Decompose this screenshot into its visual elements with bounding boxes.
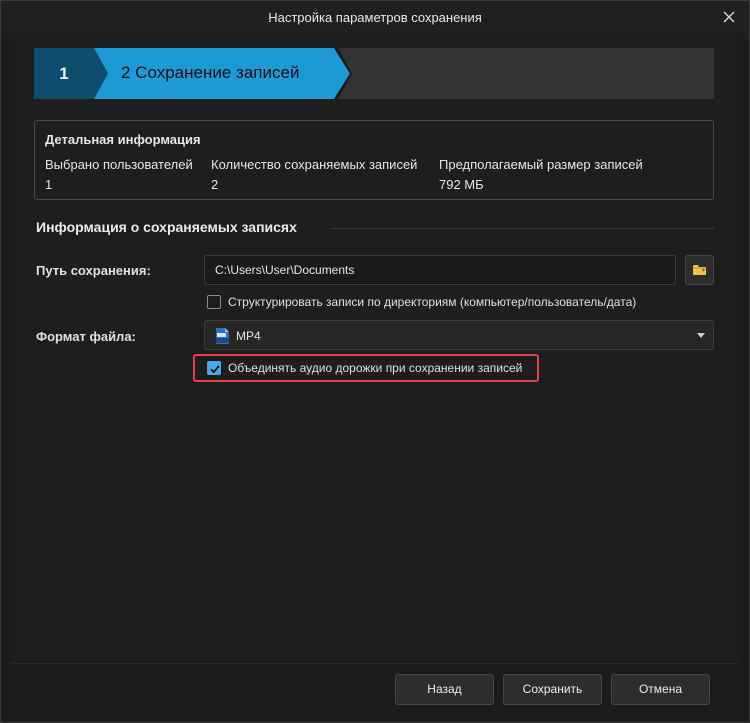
wizard-stepper: 1 2 Сохранение записей (34, 48, 714, 99)
details-label: Выбрано пользователей (45, 157, 193, 172)
format-selected-value: MP4 (236, 329, 261, 343)
mp4-file-icon (216, 328, 229, 344)
merge-audio-checkbox[interactable] (207, 361, 221, 375)
save-path-input[interactable] (204, 255, 676, 285)
window-title: Настройка параметров сохранения (268, 10, 482, 25)
save-button[interactable]: Сохранить (503, 674, 602, 705)
details-value: 2 (211, 177, 219, 192)
details-column-size: Предполагаемый размер записей 792 МБ (439, 155, 643, 195)
details-panel: Детальная информация Выбрано пользовател… (34, 120, 714, 200)
structure-checkbox-row[interactable]: Структурировать записи по директориям (к… (207, 295, 636, 309)
folder-icon (693, 265, 706, 275)
browse-folder-button[interactable] (685, 255, 714, 285)
footer-divider (11, 663, 739, 664)
format-label: Формат файла: (36, 329, 136, 344)
details-label: Количество сохраняемых записей (211, 157, 418, 172)
step-1-label: 1 (59, 64, 69, 83)
cancel-button[interactable]: Отмена (611, 674, 710, 705)
details-value: 1 (45, 177, 53, 192)
section-title: Информация о сохраняемых записях (36, 219, 297, 235)
title-bar: Настройка параметров сохранения (1, 1, 749, 33)
details-column-users: Выбрано пользователей 1 (45, 155, 193, 195)
close-icon (723, 11, 735, 23)
details-column-records: Количество сохраняемых записей 2 (211, 155, 417, 195)
merge-audio-checkbox-row[interactable]: Объединять аудио дорожки при сохранении … (207, 361, 522, 375)
back-button[interactable]: Назад (395, 674, 494, 705)
file-format-select[interactable]: MP4 (204, 320, 714, 350)
path-label: Путь сохранения: (36, 263, 151, 278)
close-button[interactable] (717, 5, 741, 29)
checkmark-icon (210, 365, 220, 374)
details-value: 792 МБ (439, 177, 484, 192)
merge-audio-checkbox-label: Объединять аудио дорожки при сохранении … (228, 361, 523, 375)
step-2-label: 2 Сохранение записей (121, 63, 300, 82)
save-settings-dialog: Настройка параметров сохранения 1 2 Сохр… (0, 0, 750, 723)
step-2-active[interactable]: 2 Сохранение записей (94, 48, 352, 99)
chevron-down-icon (697, 333, 705, 338)
structure-checkbox[interactable] (207, 295, 221, 309)
structure-checkbox-label: Структурировать записи по директориям (к… (228, 295, 637, 309)
details-title: Детальная информация (45, 132, 201, 147)
details-label: Предполагаемый размер записей (439, 157, 643, 172)
dialog-body: 1 2 Сохранение записей Детальная информа… (11, 33, 739, 663)
section-divider (331, 228, 714, 229)
